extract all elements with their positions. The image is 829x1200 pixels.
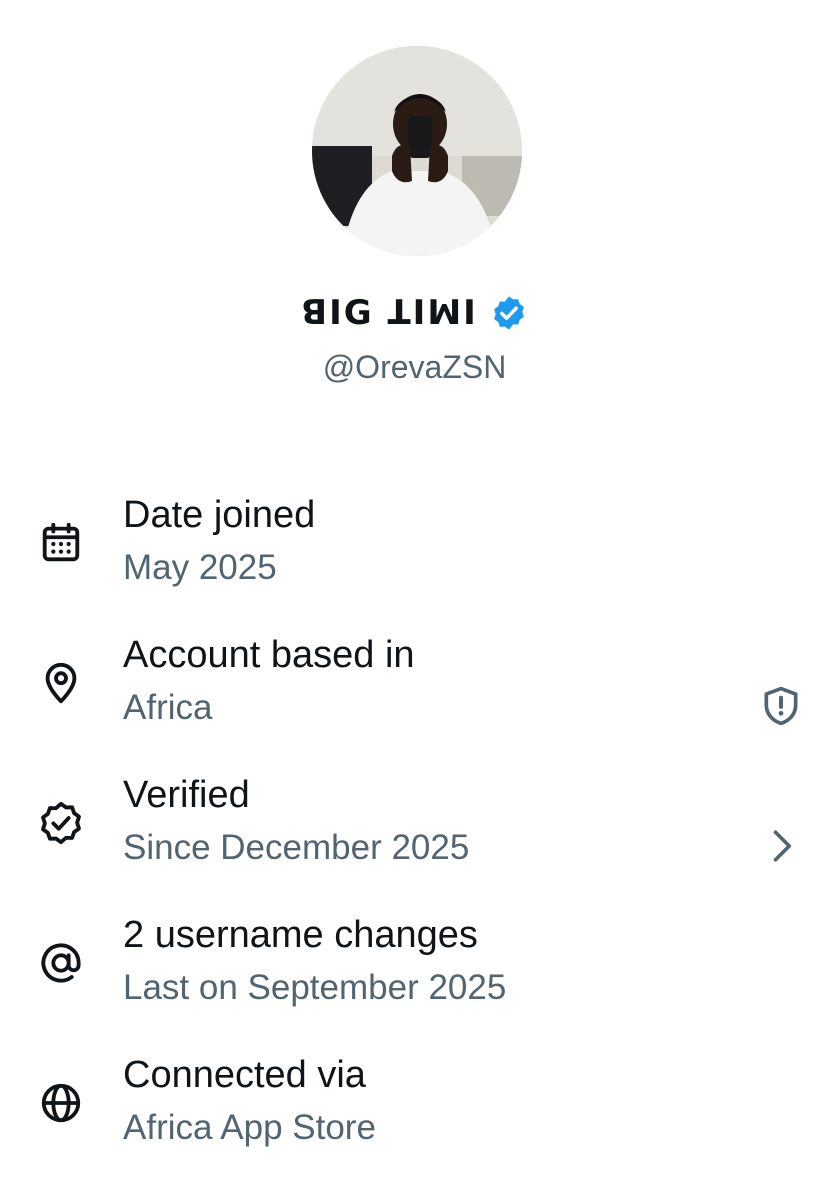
username-changes-value: Last on September 2025 bbox=[123, 968, 507, 1007]
verified-badge-icon[interactable] bbox=[490, 294, 528, 332]
globe-icon bbox=[41, 1083, 81, 1123]
display-name: ꓭIG ꓕIꟽI bbox=[301, 293, 478, 333]
date-joined-title: Date joined bbox=[123, 494, 316, 536]
connected-via-title: Connected via bbox=[123, 1054, 366, 1096]
profile-photo bbox=[312, 46, 522, 256]
account-info-list: Date joined May 2025 Account based in Af… bbox=[0, 490, 829, 1190]
connected-via-item: Connected via Africa App Store bbox=[0, 1050, 829, 1190]
verified-title: Verified bbox=[123, 774, 250, 816]
account-location-item: Account based in Africa bbox=[0, 630, 829, 770]
verified-badge-icon bbox=[41, 801, 81, 845]
date-joined-item: Date joined May 2025 bbox=[0, 490, 829, 630]
username-changes-item: 2 username changes Last on September 202… bbox=[0, 910, 829, 1050]
location-pin-icon bbox=[45, 662, 77, 704]
avatar[interactable] bbox=[312, 46, 522, 256]
shield-alert-icon[interactable] bbox=[759, 684, 803, 728]
username-changes-title: 2 username changes bbox=[123, 914, 478, 956]
verified-item[interactable]: Verified Since December 2025 bbox=[0, 770, 829, 910]
at-sign-icon bbox=[41, 943, 81, 983]
verified-since-value: Since December 2025 bbox=[123, 828, 470, 867]
display-name-row: ꓭIG ꓕIꟽI bbox=[0, 294, 829, 332]
chevron-right-icon[interactable] bbox=[759, 824, 803, 868]
connected-via-value: Africa App Store bbox=[123, 1108, 376, 1147]
account-location-value: Africa bbox=[123, 688, 213, 727]
username-handle: @OrevaZSN bbox=[322, 349, 507, 385]
calendar-icon bbox=[42, 522, 80, 562]
account-location-title: Account based in bbox=[123, 634, 415, 676]
date-joined-value: May 2025 bbox=[123, 548, 277, 587]
